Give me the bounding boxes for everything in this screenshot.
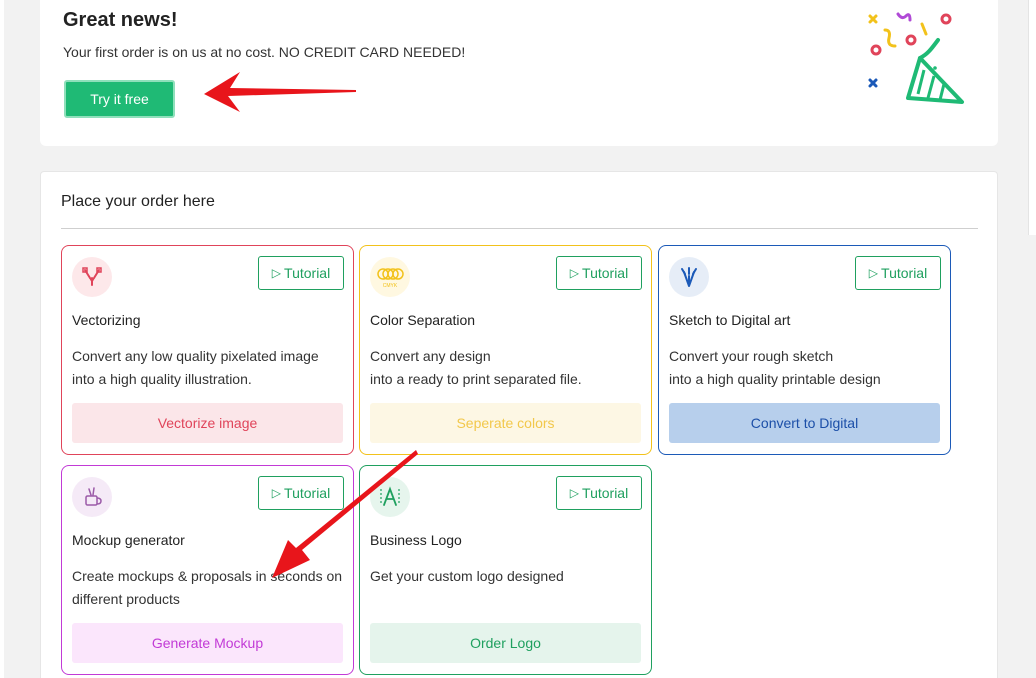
play-icon: ▷ xyxy=(271,486,282,500)
tutorial-button-business-logo[interactable]: ▷ Tutorial xyxy=(556,476,642,510)
service-card-mockup-generator: ▷ Tutorial Mockup generator Create mockup… xyxy=(61,465,354,675)
svg-text:CMYK: CMYK xyxy=(383,283,398,289)
play-icon: ▷ xyxy=(271,266,282,280)
play-icon: ▷ xyxy=(569,486,580,500)
mockup-mug-icon xyxy=(72,477,112,517)
logo-design-icon xyxy=(370,477,410,517)
service-name: Mockup generator xyxy=(72,532,185,548)
tutorial-label: Tutorial xyxy=(582,485,629,501)
tutorial-label: Tutorial xyxy=(284,485,331,501)
description-line: Create mockups & proposals in seconds on xyxy=(72,568,343,584)
tutorial-button-sketch-to-digital[interactable]: ▷ Tutorial xyxy=(855,256,941,290)
description-line: Convert any design xyxy=(370,348,491,364)
vectorize-image-button[interactable]: Vectorize image xyxy=(72,403,343,443)
tutorial-button-mockup[interactable]: ▷ Tutorial xyxy=(258,476,344,510)
party-popper-icon xyxy=(868,12,964,104)
promo-title: Great news! xyxy=(63,9,178,31)
tutorial-label: Tutorial xyxy=(582,265,629,281)
page-left-edge xyxy=(0,0,4,678)
description-line: into a high quality illustration. xyxy=(72,371,252,387)
service-card-sketch-to-digital: ▷ Tutorial Sketch to Digital art Convert … xyxy=(658,245,951,455)
order-logo-button[interactable]: Order Logo xyxy=(370,623,641,663)
try-free-button[interactable]: Try it free xyxy=(64,80,175,118)
promo-card: Great news! Your first order is on us at… xyxy=(40,0,998,146)
service-description: Convert your rough sketch into a high qu… xyxy=(669,345,949,391)
service-description: Convert any design into a ready to print… xyxy=(370,345,650,391)
play-icon: ▷ xyxy=(868,266,879,280)
cmyk-circles-icon: CMYK xyxy=(370,257,410,297)
description-line: Convert your rough sketch xyxy=(669,348,834,364)
scrollbar-track[interactable] xyxy=(1028,0,1036,235)
separate-colors-button[interactable]: Seperate colors xyxy=(370,403,641,443)
vector-pen-icon xyxy=(72,257,112,297)
description-line: Get your custom logo designed xyxy=(370,568,564,584)
promo-subtitle: Your first order is on us at no cost. NO… xyxy=(63,44,466,60)
order-panel-title: Place your order here xyxy=(61,193,215,210)
service-card-color-separation: CMYK ▷ Tutorial Color Separation Convert … xyxy=(359,245,652,455)
tutorial-button-color-separation[interactable]: ▷ Tutorial xyxy=(556,256,642,290)
service-name: Sketch to Digital art xyxy=(669,312,791,328)
service-name: Color Separation xyxy=(370,312,476,328)
convert-to-digital-button[interactable]: Convert to Digital xyxy=(669,403,940,443)
description-line: different products xyxy=(72,591,180,607)
generate-mockup-button[interactable]: Generate Mockup xyxy=(72,623,343,663)
service-description: Create mockups & proposals in seconds on… xyxy=(72,565,352,611)
description-line: into a high quality printable design xyxy=(669,371,881,387)
tutorial-button-vectorizing[interactable]: ▷ Tutorial xyxy=(258,256,344,290)
tutorial-label: Tutorial xyxy=(284,265,331,281)
service-card-vectorizing: ▷ Tutorial Vectorizing Convert any low qu… xyxy=(61,245,354,455)
service-name: Business Logo xyxy=(370,532,462,548)
play-icon: ▷ xyxy=(569,266,580,280)
service-name: Vectorizing xyxy=(72,312,141,328)
service-card-business-logo: ▷ Tutorial Business Logo Get your custom … xyxy=(359,465,652,675)
description-line: into a ready to print separated file. xyxy=(370,371,582,387)
service-description: Get your custom logo designed xyxy=(370,565,650,588)
tutorial-label: Tutorial xyxy=(881,265,928,281)
description-line: Convert any low quality pixelated image xyxy=(72,348,319,364)
service-description: Convert any low quality pixelated image … xyxy=(72,345,352,391)
order-panel: Place your order here ▷ Tutorial Vectoriz… xyxy=(40,171,998,678)
divider xyxy=(61,228,978,229)
brushes-icon xyxy=(669,257,709,297)
